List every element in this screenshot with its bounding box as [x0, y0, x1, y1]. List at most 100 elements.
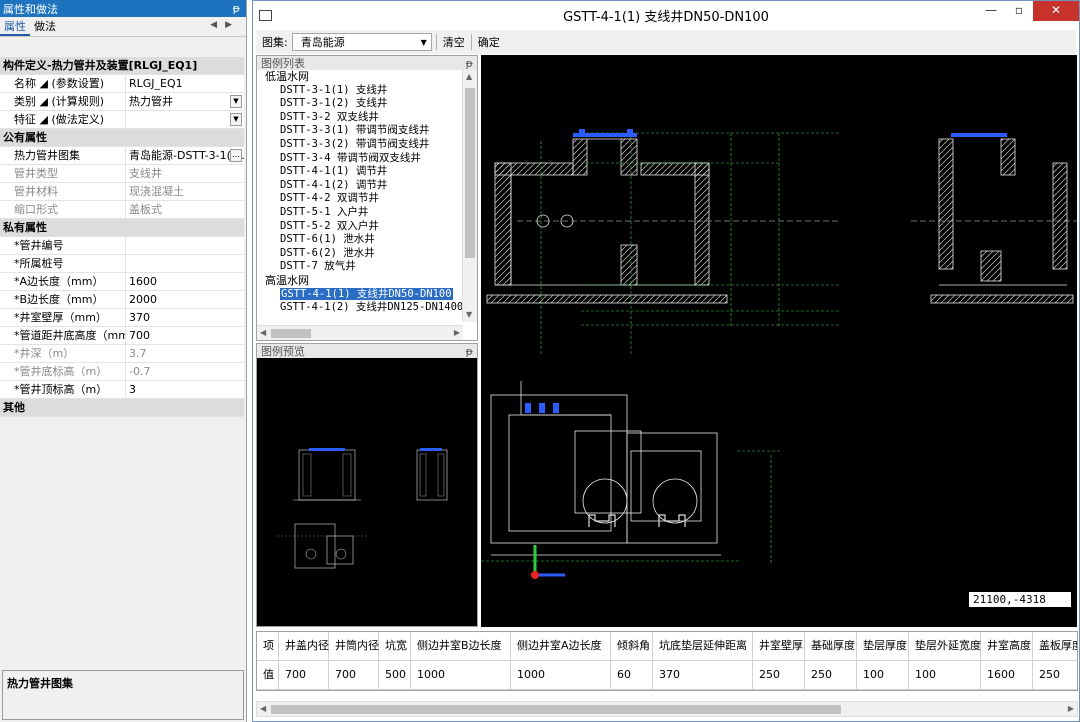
property-row[interactable]: *管井编号 — [0, 237, 244, 255]
property-row[interactable]: *所属桩号 — [0, 255, 244, 273]
scroll-right-icon[interactable]: ▶ — [1068, 702, 1074, 716]
legend-preview-title: 图例预览 — [261, 345, 305, 358]
property-value: 现浇混凝土 — [126, 183, 244, 200]
pin-icon[interactable]: ᵽ — [466, 57, 473, 70]
horizontal-scrollbar[interactable]: ◀ ▶ — [257, 325, 463, 340]
tree-item[interactable]: GSTT-4-1(2) 支线井DN125-DN1400 — [257, 301, 463, 315]
property-value[interactable] — [126, 237, 244, 254]
table-cell[interactable]: 100 — [909, 661, 981, 690]
scrollbar-thumb[interactable] — [271, 329, 311, 338]
legend-list-pane: 图例列表 ᵽ 低温水网 DSTT-3-1(1) 支线井 DSTT-3-1(2) 支线… — [256, 55, 478, 341]
table-cell[interactable]: 250 — [805, 661, 857, 690]
tree-item[interactable]: DSTT-3-2 双支线井 — [257, 111, 463, 125]
legend-tree: 低温水网 DSTT-3-1(1) 支线井 DSTT-3-1(2) 支线井 DSTT-3… — [257, 70, 463, 322]
close-button[interactable]: ✕ — [1033, 1, 1079, 21]
properties-panel-title: 属性和做法 — [3, 2, 58, 16]
table-header-cell: 坑底垫层延伸距离 — [653, 632, 753, 661]
property-value[interactable]: 青岛能源-DSTT-3-1(1...… — [126, 147, 244, 164]
property-row[interactable]: 热力管井图集 青岛能源-DSTT-3-1(1...… — [0, 147, 244, 165]
property-row[interactable]: 管井类型 支线井 — [0, 165, 244, 183]
property-value[interactable]: 370 — [126, 309, 244, 326]
property-value[interactable]: 热力管井 ▼ — [126, 93, 244, 110]
table-cell[interactable]: 700 — [279, 661, 329, 690]
tree-group[interactable]: 高温水网 — [257, 274, 463, 288]
property-value[interactable]: ▼ — [126, 111, 244, 128]
scrollbar-thumb[interactable] — [465, 88, 475, 258]
property-row[interactable]: *井室壁厚（mm） 370 — [0, 309, 244, 327]
property-value[interactable] — [126, 255, 244, 272]
scroll-left-icon[interactable]: ◀ — [260, 702, 266, 716]
tree-item[interactable]: DSTT-5-2 双入户井 — [257, 220, 463, 234]
tree-item[interactable]: DSTT-4-1(1) 调节井 — [257, 165, 463, 179]
tab-properties[interactable]: 属性 — [0, 17, 30, 36]
tree-item[interactable]: DSTT-3-1(2) 支线井 — [257, 97, 463, 111]
property-row[interactable]: 名称 ◢ (参数设置) RLGJ_EQ1 — [0, 75, 244, 93]
cad-drawing-canvas[interactable]: 21100,-4318 — [481, 55, 1077, 627]
vertical-scrollbar[interactable]: ▲ ▼ — [462, 70, 477, 322]
property-value[interactable]: 1600 — [126, 273, 244, 290]
tree-item[interactable]: DSTT-5-1 入户井 — [257, 206, 463, 220]
property-name: 管井类型 — [0, 165, 126, 182]
tree-item[interactable]: DSTT-4-2 双调节井 — [257, 192, 463, 206]
table-cell[interactable]: 700 — [329, 661, 379, 690]
property-row[interactable]: 特征 ◢ (做法定义) ▼ — [0, 111, 244, 129]
table-header-cell: 侧边井室A边长度 — [511, 632, 611, 661]
atlas-label: 图集: — [262, 36, 288, 49]
property-value[interactable]: 2000 — [126, 291, 244, 308]
scroll-down-icon[interactable]: ▼ — [466, 308, 472, 322]
property-value: 盖板式 — [126, 201, 244, 218]
property-row[interactable]: *B边长度（mm） 2000 — [0, 291, 244, 309]
ok-button[interactable]: 确定 — [476, 34, 502, 50]
scroll-up-icon[interactable]: ▲ — [466, 70, 472, 84]
table-cell[interactable]: 1000 — [511, 661, 611, 690]
tab-methods[interactable]: 做法 — [30, 17, 60, 36]
property-row[interactable]: *井深（m） 3.7 — [0, 345, 244, 363]
table-cell[interactable]: 1600 — [981, 661, 1033, 690]
property-row[interactable]: 管井材料 现浇混凝土 — [0, 183, 244, 201]
property-name: *管道距井底高度（mm） — [0, 327, 126, 344]
property-row[interactable]: *A边长度（mm） 1600 — [0, 273, 244, 291]
tab-scroll-arrows-icon[interactable]: ◀▶ — [210, 20, 240, 30]
scroll-left-icon[interactable]: ◀ — [260, 326, 266, 340]
property-row[interactable]: *管道距井底高度（mm）700 — [0, 327, 244, 345]
table-cell[interactable]: 1000 — [411, 661, 511, 690]
tree-item[interactable]: DSTT-3-3(2) 带调节阀支线井 — [257, 138, 463, 152]
table-cell[interactable]: 370 — [653, 661, 753, 690]
atlas-select[interactable]: 青岛能源 ▼ — [291, 33, 432, 51]
property-value[interactable]: RLGJ_EQ1 — [126, 75, 244, 92]
table-header-cell: 倾斜角 — [611, 632, 653, 661]
tree-item[interactable]: DSTT-3-3(1) 带调节阀支线井 — [257, 124, 463, 138]
table-cell[interactable]: 100 — [857, 661, 909, 690]
dropdown-arrow-icon[interactable]: ▼ — [230, 95, 242, 108]
tree-item[interactable]: DSTT-7 放气井 — [257, 260, 463, 274]
property-row[interactable]: *管井底标高（m） -0.7 — [0, 363, 244, 381]
pin-icon[interactable]: ᵽ — [466, 345, 473, 358]
maximize-button[interactable]: ▫ — [1005, 1, 1033, 21]
tree-group[interactable]: 低温水网 — [257, 70, 463, 84]
table-cell[interactable]: 250 — [753, 661, 805, 690]
clear-button[interactable]: 清空 — [441, 34, 467, 50]
table-horizontal-scrollbar[interactable]: ◀ ▶ — [256, 701, 1078, 717]
pin-icon[interactable]: ᵽ — [233, 2, 240, 15]
property-row[interactable]: *管井顶标高（m） 3 — [0, 381, 244, 399]
table-cell[interactable]: 500 — [379, 661, 411, 690]
tree-item[interactable]: DSTT-3-4 带调节阀双支线井 — [257, 152, 463, 166]
minimize-button[interactable]: — — [977, 1, 1005, 21]
tree-item[interactable]: GSTT-4-1(1) 支线井DN50-DN100 — [257, 287, 463, 302]
tree-item[interactable]: DSTT-6(1) 泄水井 — [257, 233, 463, 247]
table-cell[interactable]: 250 — [1033, 661, 1077, 690]
property-row[interactable]: 缩口形式 盖板式 — [0, 201, 244, 219]
scroll-right-icon[interactable]: ▶ — [454, 326, 460, 340]
table-cell[interactable]: 60 — [611, 661, 653, 690]
dropdown-arrow-icon[interactable]: ▼ — [230, 113, 242, 126]
property-grid: 构件定义-热力管井及装置[RLGJ_EQ1] 名称 ◢ (参数设置) RLGJ_EQ… — [0, 57, 244, 417]
tree-item[interactable]: DSTT-4-1(2) 调节井 — [257, 179, 463, 193]
property-value[interactable]: 3 — [126, 381, 244, 398]
scrollbar-thumb[interactable] — [271, 705, 841, 714]
ellipsis-button[interactable]: … — [230, 149, 242, 162]
tree-item[interactable]: DSTT-6(2) 泄水井 — [257, 247, 463, 261]
property-value[interactable]: 700 — [126, 327, 244, 344]
property-row[interactable]: 类别 ◢ (计算规则) 热力管井 ▼ — [0, 93, 244, 111]
preview-thumbnail-drawing — [277, 448, 448, 569]
tree-item[interactable]: DSTT-3-1(1) 支线井 — [257, 84, 463, 98]
